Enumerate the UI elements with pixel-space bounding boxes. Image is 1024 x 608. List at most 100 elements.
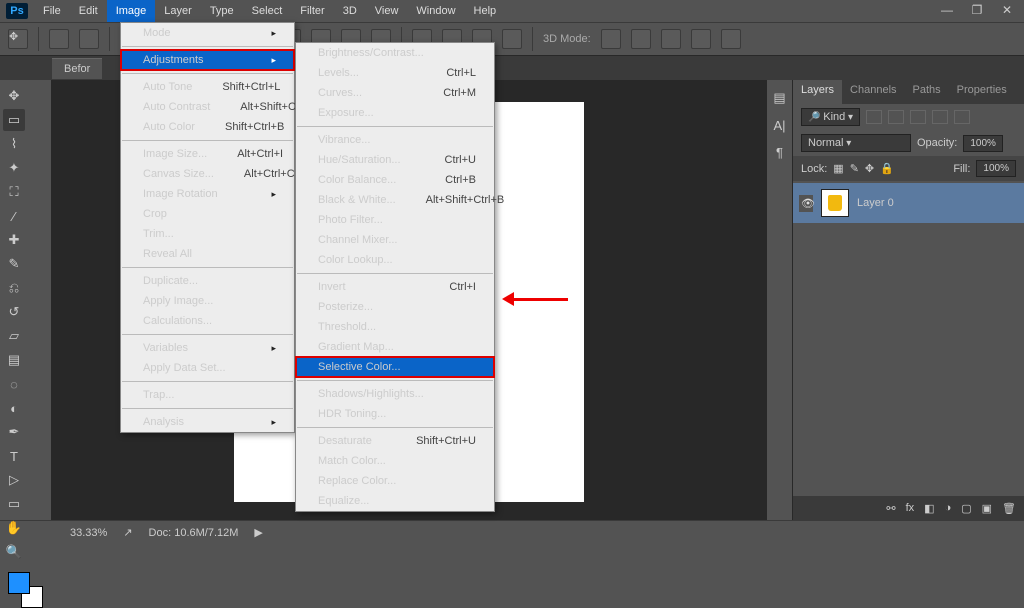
filter-icon[interactable]	[888, 110, 904, 124]
filter-icon[interactable]	[910, 110, 926, 124]
filter-icon[interactable]	[866, 110, 882, 124]
maximize-button[interactable]: ❐	[966, 2, 988, 18]
menu-item[interactable]: Reveal All	[121, 244, 294, 264]
kind-filter[interactable]: 🔎 Kind ▾	[801, 108, 860, 126]
group-icon[interactable]: ▢	[961, 502, 971, 515]
crop-tool-icon[interactable]: ⛶	[3, 181, 25, 203]
pen-tool-icon[interactable]: ✒	[3, 421, 25, 443]
blur-tool-icon[interactable]: ◌	[3, 373, 25, 395]
menu-item[interactable]: Match Color...	[296, 451, 494, 471]
stamp-tool-icon[interactable]: ⎌	[3, 277, 25, 299]
minimize-button[interactable]: —	[936, 2, 958, 18]
menu-item[interactable]: InvertCtrl+I	[296, 277, 494, 297]
menu-item[interactable]: Analysis	[121, 412, 294, 432]
marquee-tool-icon[interactable]: ▭	[3, 109, 25, 131]
menu-item[interactable]: Trim...	[121, 224, 294, 244]
menu-item[interactable]: Duplicate...	[121, 271, 294, 291]
menu-image[interactable]: Image	[107, 0, 156, 22]
menu-item[interactable]: Selective Color...	[296, 357, 494, 377]
menu-file[interactable]: File	[34, 0, 70, 22]
visibility-icon[interactable]: 👁	[799, 195, 813, 212]
menu-item[interactable]: Brightness/Contrast...	[296, 43, 494, 63]
menu-item[interactable]: Canvas Size...Alt+Ctrl+C	[121, 164, 294, 184]
menu-item[interactable]: Curves...Ctrl+M	[296, 83, 494, 103]
type-tool-icon[interactable]: T	[3, 445, 25, 467]
menu-filter[interactable]: Filter	[291, 0, 333, 22]
3d-icon[interactable]	[661, 29, 681, 49]
layer-fx-icon[interactable]: fx	[906, 502, 915, 514]
lasso-tool-icon[interactable]: ⌇	[3, 133, 25, 155]
path-tool-icon[interactable]: ▷	[3, 469, 25, 491]
zoom-level[interactable]: 33.33%	[70, 527, 107, 539]
gradient-tool-icon[interactable]: ▤	[3, 349, 25, 371]
menu-item[interactable]: Shadows/Highlights...	[296, 384, 494, 404]
wand-tool-icon[interactable]: ✦	[3, 157, 25, 179]
foreground-color-swatch[interactable]	[8, 572, 30, 594]
blend-mode-select[interactable]: Normal ▾	[801, 134, 911, 152]
menu-select[interactable]: Select	[243, 0, 292, 22]
opt-icon[interactable]	[79, 29, 99, 49]
opt-icon[interactable]	[49, 29, 69, 49]
filter-icon[interactable]	[954, 110, 970, 124]
menu-item[interactable]: Exposure...	[296, 103, 494, 123]
menu-item[interactable]: Levels...Ctrl+L	[296, 63, 494, 83]
new-layer-icon[interactable]: ▣	[982, 502, 992, 515]
distribute-icon[interactable]	[502, 29, 522, 49]
3d-icon[interactable]	[691, 29, 711, 49]
menu-item[interactable]: Image Size...Alt+Ctrl+I	[121, 144, 294, 164]
3d-icon[interactable]	[631, 29, 651, 49]
lock-brush-icon[interactable]: ✎	[850, 162, 859, 175]
shape-tool-icon[interactable]: ▭	[3, 493, 25, 515]
menu-item[interactable]: Replace Color...	[296, 471, 494, 491]
menu-item[interactable]: Adjustments	[121, 50, 294, 70]
chevron-right-icon[interactable]: ▶	[254, 526, 262, 539]
menu-view[interactable]: View	[366, 0, 408, 22]
panel-tab-paths[interactable]: Paths	[905, 80, 949, 104]
menu-layer[interactable]: Layer	[155, 0, 201, 22]
panel-tab-properties[interactable]: Properties	[949, 80, 1015, 104]
move-tool-icon[interactable]: ✥	[8, 29, 28, 49]
fill-value[interactable]: 100%	[976, 160, 1016, 177]
dodge-tool-icon[interactable]: ◐	[3, 397, 25, 419]
hand-tool-icon[interactable]: ✋	[3, 517, 25, 539]
brush-tool-icon[interactable]: ✎	[3, 253, 25, 275]
menu-item[interactable]: Black & White...Alt+Shift+Ctrl+B	[296, 190, 494, 210]
paragraph-panel-icon[interactable]: ¶	[776, 145, 783, 160]
heal-tool-icon[interactable]: ✚	[3, 229, 25, 251]
menu-item[interactable]: Vibrance...	[296, 130, 494, 150]
menu-item[interactable]: Gradient Map...	[296, 337, 494, 357]
character-panel-icon[interactable]: A|	[773, 118, 785, 133]
menu-window[interactable]: Window	[407, 0, 464, 22]
menu-edit[interactable]: Edit	[70, 0, 107, 22]
adjustment-layer-icon[interactable]: ◑	[945, 502, 952, 514]
3d-icon[interactable]	[601, 29, 621, 49]
zoom-tool-icon[interactable]: 🔍	[3, 541, 25, 563]
delete-layer-icon[interactable]: 🗑	[1002, 502, 1016, 515]
panel-icon[interactable]: ▤	[773, 90, 785, 106]
share-icon[interactable]: ↗	[123, 526, 132, 539]
menu-item[interactable]: Auto ToneShift+Ctrl+L	[121, 77, 294, 97]
menu-item[interactable]: Apply Image...	[121, 291, 294, 311]
panel-tab-channels[interactable]: Channels	[842, 80, 904, 104]
menu-item[interactable]: Color Balance...Ctrl+B	[296, 170, 494, 190]
menu-item[interactable]: Equalize...	[296, 491, 494, 511]
move-tool-icon[interactable]: ✥	[3, 85, 25, 107]
link-layers-icon[interactable]: ⚯	[886, 502, 895, 515]
menu-3d[interactable]: 3D	[334, 0, 366, 22]
document-tab[interactable]: Befor	[52, 58, 102, 79]
eyedropper-tool-icon[interactable]: ⁄	[3, 205, 25, 227]
color-swatches[interactable]	[8, 572, 43, 608]
menu-item[interactable]: Calculations...	[121, 311, 294, 331]
menu-item[interactable]: Hue/Saturation...Ctrl+U	[296, 150, 494, 170]
layer-mask-icon[interactable]: ◧	[924, 502, 934, 515]
opacity-value[interactable]: 100%	[963, 135, 1003, 152]
menu-item[interactable]: DesaturateShift+Ctrl+U	[296, 431, 494, 451]
menu-item[interactable]: Auto ColorShift+Ctrl+B	[121, 117, 294, 137]
panel-tab-layers[interactable]: Layers	[793, 80, 842, 104]
history-brush-icon[interactable]: ↺	[3, 301, 25, 323]
menu-help[interactable]: Help	[465, 0, 506, 22]
layer-thumbnail[interactable]	[821, 189, 849, 217]
menu-item[interactable]: Color Lookup...	[296, 250, 494, 270]
menu-item[interactable]: Image Rotation	[121, 184, 294, 204]
layer-row[interactable]: 👁 Layer 0	[793, 183, 1024, 223]
